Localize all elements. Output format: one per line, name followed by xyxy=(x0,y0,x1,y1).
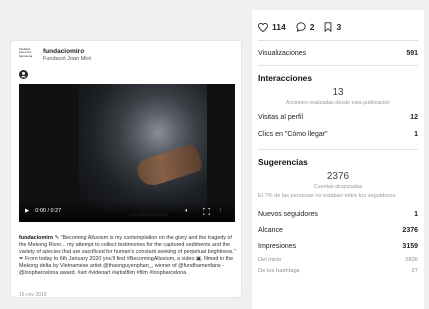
new-followers-label: Nuevos seguidores xyxy=(258,210,318,218)
video-player[interactable]: LIAT BENJAMEVERS ▶ 0:00 / 0:27 🔈︎ ⋮ xyxy=(19,84,235,222)
from-hashtags-label: De los hashtags xyxy=(258,267,300,274)
views-value: 591 xyxy=(406,49,418,57)
play-icon[interactable]: ▶ xyxy=(25,208,29,214)
likes-count: 114 xyxy=(272,22,286,32)
caption-text: ✎ "Becoming Alluvium is my contemplation… xyxy=(19,235,236,276)
discovery-total: 2376 xyxy=(326,171,350,182)
from-home-row: Del inicio 2836 xyxy=(258,254,418,265)
new-followers-row: Nuevos seguidores 1 xyxy=(258,206,418,222)
profile-visits-label: Visitas al perfil xyxy=(258,114,304,121)
from-home-label: Del inicio xyxy=(258,256,282,263)
account-logo: fundació joan miró barcelona xyxy=(19,47,33,58)
interactions-total: 13 xyxy=(332,87,344,98)
video-controls: ▶ 0:00 / 0:27 🔈︎ ⋮ xyxy=(19,200,235,222)
impressions-value: 3159 xyxy=(402,242,418,250)
interactions-title: Interacciones xyxy=(258,73,312,83)
reach-label: Alcance xyxy=(258,226,283,234)
insights-panel: 114 2 3 Visualizaciones 591 Interaccione… xyxy=(252,10,424,309)
comment-icon xyxy=(296,22,306,32)
discovery-note: Cuentas alcanzadas xyxy=(313,184,363,190)
views-row: Visualizaciones 591 xyxy=(258,41,418,65)
reach-row: Alcance 2376 xyxy=(258,222,418,238)
directions-clicks-value: 1 xyxy=(414,131,418,138)
directions-clicks-row: Clics en "Cómo llegar" 1 xyxy=(258,126,418,143)
comments-count: 2 xyxy=(309,22,315,32)
post-card: fundació joan miró barcelona fundaciomir… xyxy=(10,40,242,298)
saves-count: 3 xyxy=(336,22,342,32)
post-header: fundació joan miró barcelona fundaciomir… xyxy=(11,41,241,65)
non-followers-note: El 7% de las personas no estaban entre t… xyxy=(258,193,397,199)
profile-visits-row: Visitas al perfil 12 xyxy=(258,109,418,126)
from-hashtags-value: 27 xyxy=(411,267,418,274)
likes-stat: 114 xyxy=(258,22,286,32)
interactions-section: Interacciones 13 Acciones realizadas des… xyxy=(258,66,418,143)
caption-username[interactable]: fundaciomiro xyxy=(19,235,53,241)
discovery-section: Sugerencias 2376 Cuentas alcanzadas El 7… xyxy=(258,150,418,276)
profile-visits-value: 12 xyxy=(410,114,418,121)
from-home-value: 2836 xyxy=(405,256,418,263)
impressions-label: Impresiones xyxy=(258,242,297,250)
reach-value: 2376 xyxy=(402,226,418,234)
impressions-row: Impresiones 3159 xyxy=(258,238,418,254)
video-time: 0:00 / 0:27 xyxy=(35,208,62,214)
account-subtitle: Fundació Joan Miró xyxy=(43,55,92,62)
account-name[interactable]: fundaciomiro xyxy=(43,48,91,55)
discovery-title: Sugerencias xyxy=(258,157,308,167)
user-tag-icon[interactable] xyxy=(19,70,28,79)
bookmark-icon xyxy=(325,22,332,32)
engagement-stats: 114 2 3 xyxy=(258,14,418,40)
directions-clicks-label: Clics en "Cómo llegar" xyxy=(258,131,328,138)
interactions-note: Acciones realizadas desde esta publicaci… xyxy=(285,100,391,106)
fullscreen-icon[interactable] xyxy=(202,207,210,215)
new-followers-value: 1 xyxy=(414,210,418,218)
more-options-icon[interactable]: ⋮ xyxy=(218,208,224,214)
heart-icon xyxy=(258,22,268,32)
from-hashtags-row: De los hashtags 27 xyxy=(258,265,418,276)
post-caption: fundaciomiro ✎ "Becoming Alluvium is my … xyxy=(19,235,237,277)
volume-icon[interactable]: 🔈︎ xyxy=(185,208,188,215)
comments-stat: 2 xyxy=(296,22,315,32)
saves-stat: 3 xyxy=(324,22,341,32)
views-label: Visualizaciones xyxy=(258,49,307,57)
post-date: 16 nov 2019 xyxy=(19,292,47,298)
